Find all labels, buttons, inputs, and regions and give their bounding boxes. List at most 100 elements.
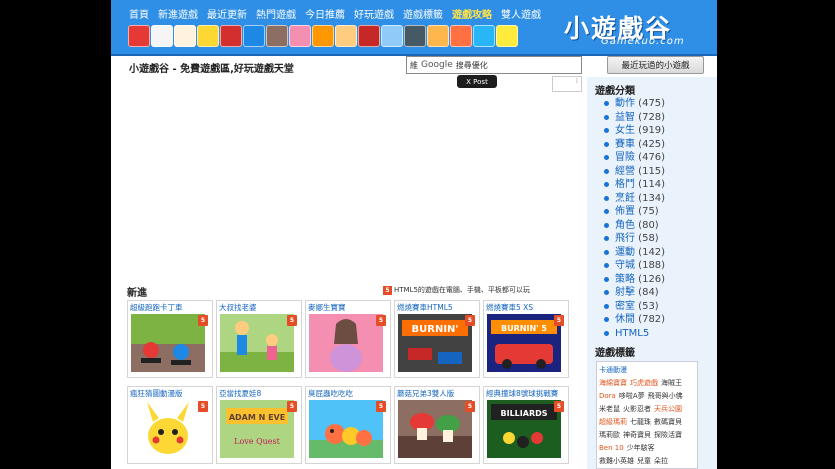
kid-icon[interactable] bbox=[381, 25, 403, 47]
category-item[interactable]: 益智 (728) bbox=[603, 111, 665, 125]
category-item[interactable]: 策略 (126) bbox=[603, 273, 665, 287]
ninja-icon[interactable] bbox=[404, 25, 426, 47]
game-card[interactable]: 大叔找老婆 5 bbox=[216, 300, 302, 378]
game-card[interactable]: 燃燒賽車HTML5 BURNIN' 5 bbox=[394, 300, 480, 378]
category-item[interactable]: 賽車 (425) bbox=[603, 138, 665, 152]
nav-item[interactable]: 新進遊戲 bbox=[158, 6, 198, 21]
game-card[interactable]: 亞當找夏娃8 ADAM N EVE Love Quest 5 bbox=[216, 386, 302, 464]
tag-link[interactable]: 海綿寶寶 bbox=[599, 379, 627, 387]
game-title[interactable]: 經典撞球8號球挑戰賽 bbox=[486, 388, 558, 399]
tweet-button[interactable]: X Post bbox=[457, 75, 497, 88]
goku-icon[interactable] bbox=[450, 25, 472, 47]
naruto-icon[interactable] bbox=[312, 25, 334, 47]
mario-icon[interactable] bbox=[220, 25, 242, 47]
category-item[interactable]: 動作 (475) bbox=[603, 97, 665, 111]
spongebob-icon[interactable] bbox=[197, 25, 219, 47]
sheep-icon[interactable] bbox=[174, 25, 196, 47]
game-title[interactable]: 燃燒賽車HTML5 bbox=[397, 302, 453, 313]
tag-link[interactable]: 哆啦A夢 bbox=[619, 392, 645, 400]
category-item[interactable]: HTML5 bbox=[603, 327, 665, 341]
tag-link[interactable]: 朵拉 bbox=[654, 457, 668, 465]
tag-link[interactable]: 兒童 bbox=[637, 457, 651, 465]
category-item[interactable]: 射擊 (84) bbox=[603, 286, 665, 300]
game-card[interactable]: 瘋狂猜圖動漫版 5 bbox=[127, 386, 213, 464]
category-item[interactable]: 經營 (115) bbox=[603, 165, 665, 179]
game-card[interactable]: 蘑菇兄弟3雙人版 5 bbox=[394, 386, 480, 464]
nav-item[interactable]: 好玩遊戲 bbox=[354, 6, 394, 21]
nav-item[interactable]: 首頁 bbox=[129, 6, 149, 21]
nav-item[interactable]: 遊戲攻略 bbox=[452, 6, 492, 21]
tag-link[interactable]: 海賊王 bbox=[661, 379, 682, 387]
recent-games-button[interactable]: 最近玩過的小遊戲 bbox=[607, 56, 704, 74]
category-item[interactable]: 佈置 (75) bbox=[603, 205, 665, 219]
nav-item[interactable]: 熱門遊戲 bbox=[256, 6, 296, 21]
adam-eve-thumbnail[interactable]: ADAM N EVE Love Quest bbox=[220, 400, 294, 458]
tag-link[interactable]: 米老鼠 bbox=[599, 405, 620, 413]
sonic-icon[interactable] bbox=[243, 25, 265, 47]
tag-link[interactable]: 巧虎遊戲 bbox=[630, 379, 658, 387]
category-item[interactable]: 運動 (142) bbox=[603, 246, 665, 260]
game-title[interactable]: 麥娜生寶寶 bbox=[308, 302, 346, 313]
cartoon-cat-icon[interactable] bbox=[151, 25, 173, 47]
category-item[interactable]: 休閒 (782) bbox=[603, 313, 665, 327]
nav-item[interactable]: 今日推薦 bbox=[305, 6, 345, 21]
category-item[interactable]: 角色 (80) bbox=[603, 219, 665, 233]
game-title[interactable]: 大叔找老婆 bbox=[219, 302, 257, 313]
tag-link[interactable]: Ben 10 bbox=[599, 444, 624, 452]
game-card[interactable]: 燃燒賽車5 XS BURNIN' 5 5 bbox=[483, 300, 569, 378]
game-card[interactable]: 麥娜生寶寶 5 bbox=[305, 300, 391, 378]
category-item[interactable]: 飛行 (58) bbox=[603, 232, 665, 246]
site-logo[interactable]: 小遊戲谷 Gamekuo.com bbox=[561, 6, 711, 52]
game-card[interactable]: 超級跑跑卡丁車 5 bbox=[127, 300, 213, 378]
nav-item[interactable]: 雙人遊戲 bbox=[501, 6, 541, 21]
tag-link[interactable]: 火影忍者 bbox=[623, 405, 651, 413]
game-title[interactable]: 亞當找夏娃8 bbox=[219, 388, 261, 399]
nav-item[interactable]: 遊戲標籤 bbox=[403, 6, 443, 21]
dora-icon[interactable] bbox=[266, 25, 288, 47]
nav-item[interactable]: 最近更新 bbox=[207, 6, 247, 21]
tag-link[interactable]: 瑪莉歐 bbox=[599, 431, 620, 439]
search-box[interactable]: 維 Google 搜尋優化 bbox=[406, 56, 582, 74]
tag-link[interactable]: 天兵公園 bbox=[654, 405, 682, 413]
burnin-rubber-5-thumbnail[interactable]: BURNIN' 5 bbox=[487, 314, 561, 372]
game-title[interactable]: 臭屁蟲吃吃吃 bbox=[308, 388, 353, 399]
game-title[interactable]: 瘋狂猜圖動漫版 bbox=[130, 388, 183, 399]
category-item[interactable]: 密室 (53) bbox=[603, 300, 665, 314]
girl-icon[interactable] bbox=[289, 25, 311, 47]
billiards-thumbnail[interactable]: BILLIARDS bbox=[487, 400, 561, 458]
doraemon-icon[interactable] bbox=[473, 25, 495, 47]
game-title[interactable]: 超級跑跑卡丁車 bbox=[130, 302, 183, 313]
tag-link[interactable]: 少年駭客 bbox=[627, 444, 655, 452]
game-title[interactable]: 蘑菇兄弟3雙人版 bbox=[397, 388, 454, 399]
luffy-icon[interactable] bbox=[358, 25, 380, 47]
tag-link[interactable]: 七龍珠 bbox=[630, 418, 651, 426]
game-card[interactable]: 經典撞球8號球挑戰賽 BILLIARDS 5 bbox=[483, 386, 569, 464]
category-item[interactable]: 格鬥 (114) bbox=[603, 178, 665, 192]
caterpillar-thumbnail[interactable] bbox=[309, 400, 383, 458]
category-item[interactable]: 烹飪 (134) bbox=[603, 192, 665, 206]
tag-link[interactable]: 卡通動漫 bbox=[599, 366, 627, 374]
tag-link[interactable]: 神奇寶貝 bbox=[623, 431, 651, 439]
cartoon-couple-thumbnail[interactable] bbox=[220, 314, 294, 372]
pregnant-girl-thumbnail[interactable] bbox=[309, 314, 383, 372]
boy-icon[interactable] bbox=[335, 25, 357, 47]
kart-racing-thumbnail[interactable] bbox=[131, 314, 205, 372]
tag-link[interactable]: 救難小英雄 bbox=[599, 457, 634, 465]
angry-bird-icon[interactable] bbox=[128, 25, 150, 47]
boy-2-icon[interactable] bbox=[427, 25, 449, 47]
pikachu-thumbnail[interactable] bbox=[131, 400, 205, 458]
category-item[interactable]: 女生 (919) bbox=[603, 124, 665, 138]
tag-link[interactable]: 超級瑪莉 bbox=[599, 418, 627, 426]
game-title[interactable]: 燃燒賽車5 XS bbox=[486, 302, 533, 313]
game-card[interactable]: 臭屁蟲吃吃吃 5 bbox=[305, 386, 391, 464]
category-item[interactable]: 守城 (188) bbox=[603, 259, 665, 273]
burnin-rubber-thumbnail[interactable]: BURNIN' bbox=[398, 314, 472, 372]
mushroom-bros-thumbnail[interactable] bbox=[398, 400, 472, 458]
tag-link[interactable]: 探險活寶 bbox=[654, 431, 682, 439]
tag-link[interactable]: Dora bbox=[599, 392, 616, 400]
tag-link[interactable]: 飛哥與小佛 bbox=[648, 392, 683, 400]
category-item[interactable]: 冒險 (476) bbox=[603, 151, 665, 165]
tag-link[interactable]: 數碼寶貝 bbox=[654, 418, 682, 426]
ad-scroll-box[interactable]: ⁞ bbox=[552, 76, 582, 92]
pikachu-icon[interactable] bbox=[496, 25, 518, 47]
